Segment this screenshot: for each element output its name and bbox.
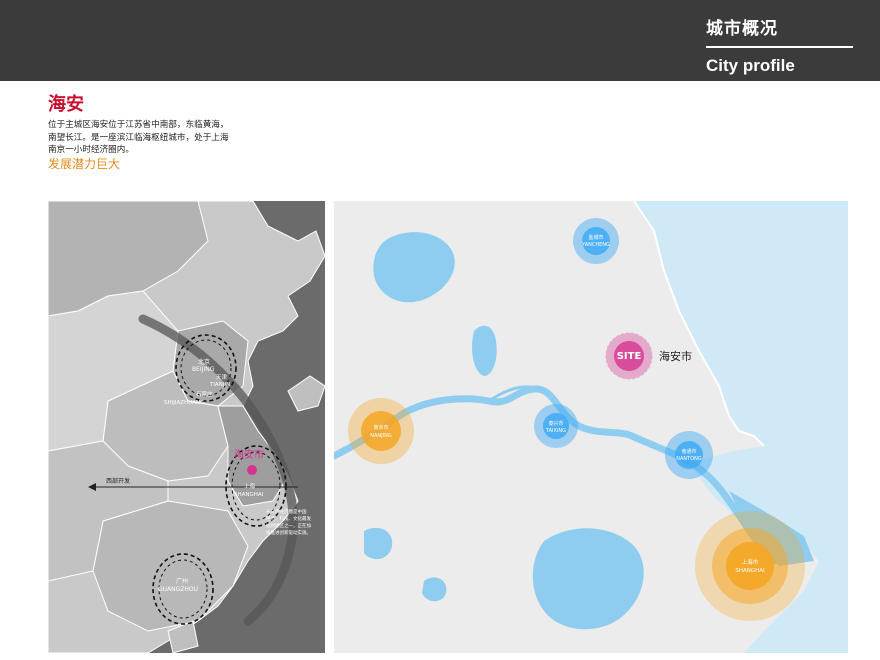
beijing-label-en: BEIJING (192, 366, 215, 373)
yancheng-inner (582, 227, 610, 255)
site-label: SITE (617, 351, 642, 362)
section-highlight: 发展潜力巨大 (48, 157, 121, 171)
taixing-label-cn: 泰兴市 (548, 420, 563, 427)
nantong-label-en: NANTONG (676, 456, 702, 462)
note-line: 经济、科技、文化最发 (266, 515, 311, 522)
guangzhou-label-cn: 广州 (176, 577, 188, 585)
guangzhou-label-en: GUANGZHOU (158, 586, 198, 593)
shanghai-label-cn: 上海市 (742, 558, 759, 566)
lake-small (422, 577, 447, 602)
yangtze-delta-map: 盐城市 YANCHENG SITE 海安市 南京市 NANJING 泰兴市 TA… (334, 201, 848, 653)
note-line: 快推进创新驱动实施。 (266, 529, 311, 536)
haian-marker (247, 465, 257, 475)
haian-label: 海安市 (234, 448, 264, 461)
shijiazhuang-label-cn: 石家庄 (196, 390, 213, 398)
header-divider (706, 46, 853, 48)
shanghai-label-cn: 上海 (244, 482, 256, 490)
beijing-label-cn: 北京 (198, 358, 210, 366)
description-line: 位于主城区海安位于江苏省中南部，东临黄海， (48, 120, 229, 130)
description-line: 南望长江。是一座滨江临海枢纽城市，处于上海 (48, 132, 229, 143)
nanjing-label-en: NANJING (370, 433, 392, 439)
tianjin-label-en: TIANJIN (209, 382, 230, 388)
shanghai-label-en: SHANGHAI (234, 492, 264, 498)
nanjing-label-cn: 南京市 (373, 424, 388, 431)
west-dev-label: 西部开发 (106, 477, 130, 485)
header-title-en: City profile (706, 56, 795, 75)
shanghai-label-en: SHANGHAI (735, 568, 765, 574)
nanjing-inner (361, 411, 401, 451)
section-title: 海安 (48, 94, 84, 115)
yancheng-label-en: YANCHENG (581, 242, 610, 248)
section-description: 位于主城区海安位于江苏省中南部，东临黄海， 南望长江。是一座滨江临海枢纽城市，处… (48, 119, 278, 157)
nantong-inner (675, 441, 703, 469)
header-title-cn: 城市概况 (706, 19, 778, 39)
shanghai-inner (726, 542, 774, 590)
shijiazhuang-label-en: SHIJIAZHUANG (164, 400, 204, 406)
tianjin-label-cn: 天津 (216, 374, 228, 381)
yancheng-label-cn: 盐城市 (588, 234, 603, 241)
note-line: 长三角经济圈是中国 (266, 508, 307, 515)
note-line: 达的地区之一，正在加 (266, 522, 311, 529)
china-region-map: 北京 BEIJING 天津 TIANJIN 石家庄 SHIJIAZHUANG 海… (48, 201, 325, 653)
site-name: 海安市 (659, 349, 692, 363)
taixing-label-en: TAIXING (545, 428, 566, 434)
nantong-label-cn: 南通市 (681, 448, 696, 455)
